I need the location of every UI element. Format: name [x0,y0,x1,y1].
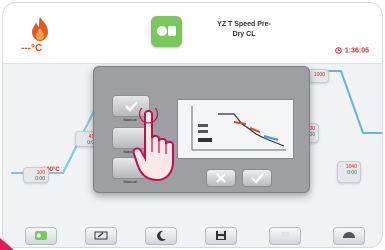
corner-marker [0,238,14,250]
cancel-button[interactable] [206,169,236,187]
moon-icon [157,230,166,241]
program-image-icon [35,231,47,240]
confirm-button[interactable] [242,169,272,187]
timer: 1:36:05 [335,47,369,54]
preview-curve [191,106,286,151]
stage-1-time: 0:00 [35,176,45,182]
toolbar-button-1[interactable] [25,227,57,245]
toolbar-button-6[interactable] [333,227,365,245]
furnace-lid-icon [343,232,355,238]
timer-value: 1:36:05 [344,47,369,55]
program-name-line2: Dry CL [232,31,256,38]
pointing-hand-icon [132,108,174,182]
disabled-icon [281,232,289,239]
edit-icon [94,231,108,240]
stage-5-time: 0:00 [347,170,357,176]
furnace-display: ---°C YZ T Speed Pre- Dry CL 1:36:05 100… [2,2,383,248]
close-icon [216,173,226,183]
clock-icon [335,47,342,54]
stage-box-5[interactable]: 1040 0:00 [337,161,361,183]
bottom-toolbar [3,213,382,247]
flame-icon [32,17,48,41]
toolbar-button-2[interactable] [85,227,117,245]
toolbar-button-3[interactable] [145,227,177,245]
program-image-icon [157,26,176,36]
header-bar: ---°C YZ T Speed Pre- Dry CL 1:36:05 [3,3,382,64]
program-name: YZ T Speed Pre- Dry CL [199,20,289,40]
toolbar-button-4[interactable] [205,227,237,245]
temperature-readout: ---°C [21,43,43,54]
save-icon [216,231,226,240]
program-icon[interactable] [151,16,182,47]
checkmark-icon [251,173,264,184]
toolbar-button-5[interactable] [269,227,301,245]
mode-select-dialog: Manual Manual Manual [93,66,310,193]
program-name-line1: YZ T Speed Pre- [217,21,271,28]
preview-graph [177,99,294,159]
stage-box-1[interactable]: 100 0:00 [23,167,49,183]
screen: ---°C YZ T Speed Pre- Dry CL 1:36:05 100… [0,0,385,250]
